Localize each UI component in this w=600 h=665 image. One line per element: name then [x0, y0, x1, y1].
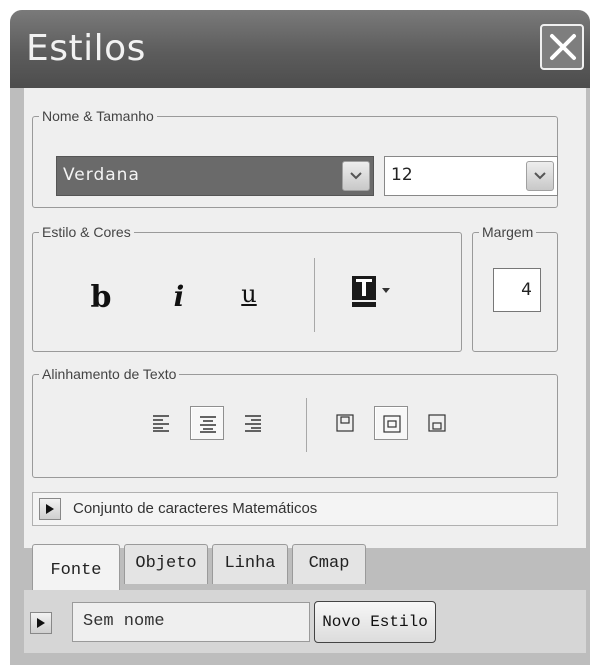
margin-input[interactable]: 4 [493, 268, 541, 312]
alignment-legend: Alinhamento de Texto [42, 366, 177, 382]
valign-middle-icon [383, 415, 401, 433]
tab-fonte[interactable]: Fonte [32, 544, 120, 592]
math-charset-expand-button[interactable] [39, 498, 61, 520]
chevron-down-icon [534, 172, 546, 180]
font-size-dropdown-button[interactable] [526, 161, 554, 191]
style-list-expand-button[interactable] [30, 612, 52, 634]
margin-legend: Margem [482, 224, 534, 240]
valign-top-button[interactable] [328, 406, 362, 440]
name-size-legend: Nome & Tamanho [42, 108, 154, 124]
valign-bottom-icon [428, 414, 446, 432]
font-size-value: 12 [391, 165, 413, 185]
window-title: Estilos [26, 28, 146, 69]
text-color-icon [352, 276, 390, 307]
title-bar[interactable]: Estilos [10, 10, 590, 88]
font-family-value: Verdana [63, 165, 140, 185]
valign-middle-button[interactable] [374, 406, 408, 440]
style-colors-legend: Estilo & Cores [42, 224, 131, 240]
style-name-field[interactable]: Sem nome [72, 602, 310, 642]
align-left-icon [153, 415, 169, 432]
valign-top-icon [336, 414, 354, 432]
bold-button[interactable]: b [86, 280, 116, 315]
new-style-button[interactable]: Novo Estilo [314, 601, 436, 643]
valign-bottom-button[interactable] [420, 406, 454, 440]
close-icon [550, 34, 576, 60]
style-separator [314, 258, 315, 332]
align-center-icon [200, 416, 216, 433]
tab-cmap[interactable]: Cmap [292, 544, 366, 584]
font-family-select[interactable]: Verdana [56, 156, 374, 196]
tab-linha[interactable]: Linha [212, 544, 288, 584]
play-icon [37, 618, 45, 628]
align-center-button[interactable] [190, 406, 224, 440]
italic-button[interactable]: i [164, 280, 194, 313]
play-icon [46, 504, 54, 514]
chevron-down-icon [350, 172, 362, 180]
underline-button[interactable]: u [234, 280, 264, 308]
math-charset-label: Conjunto de caracteres Matemáticos [73, 500, 318, 517]
alignment-separator [306, 398, 307, 452]
styles-window: Estilos Nome & Tamanho Verdana 12 Estilo… [10, 10, 590, 665]
align-right-icon [245, 415, 261, 432]
font-family-dropdown-button[interactable] [342, 161, 370, 191]
align-left-button[interactable] [144, 406, 178, 440]
styles-panel: Nome & Tamanho Verdana 12 Estilo & Cores… [24, 88, 586, 548]
align-right-button[interactable] [236, 406, 270, 440]
tab-objeto[interactable]: Objeto [124, 544, 208, 584]
font-size-select[interactable]: 12 [384, 156, 558, 196]
text-color-button[interactable] [350, 274, 410, 310]
alignment-group: Alinhamento de Texto [32, 366, 558, 478]
math-charset-expander[interactable]: Conjunto de caracteres Matemáticos [32, 492, 558, 526]
close-button[interactable] [540, 24, 584, 70]
